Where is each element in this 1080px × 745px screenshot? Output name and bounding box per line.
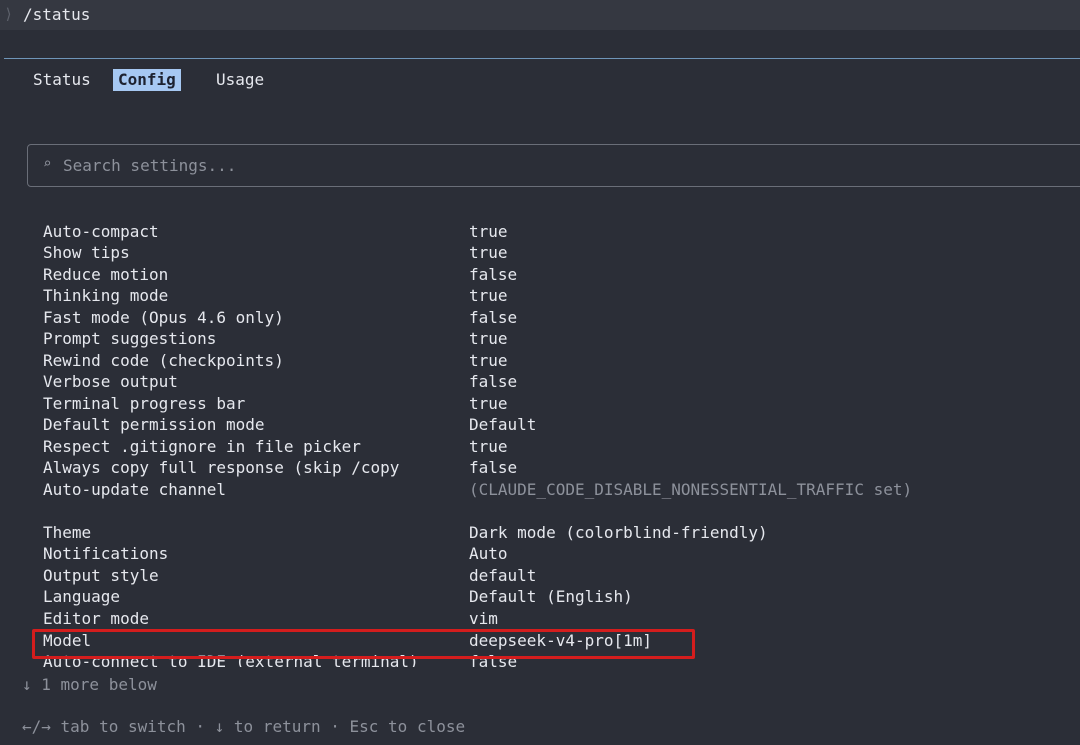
- search-icon: ⌕: [43, 156, 52, 172]
- setting-label: Thinking mode: [43, 286, 169, 305]
- command-text[interactable]: /status: [23, 5, 90, 24]
- tab-usage[interactable]: Usage: [211, 69, 269, 91]
- setting-value: true: [469, 394, 508, 413]
- search-box[interactable]: ⌕: [27, 144, 1080, 187]
- model-highlight-annotation: [32, 629, 695, 659]
- setting-label: Output style: [43, 566, 159, 585]
- tab-status[interactable]: Status: [28, 69, 96, 91]
- setting-value: false: [469, 308, 518, 327]
- setting-label: Auto-compact: [43, 222, 159, 241]
- setting-label: Verbose output: [43, 372, 178, 391]
- setting-editor-mode[interactable]: Editor mode vim: [43, 608, 1043, 629]
- setting-label: Notifications: [43, 544, 169, 563]
- setting-value: Auto: [469, 544, 508, 563]
- setting-label: Fast mode (Opus 4.6 only): [43, 308, 284, 327]
- setting-value: Default (English): [469, 587, 633, 606]
- setting-value: true: [469, 329, 508, 348]
- tab-config[interactable]: Config: [113, 69, 181, 91]
- setting-output-style[interactable]: Output style default: [43, 565, 1043, 586]
- setting-label: Respect .gitignore in file picker: [43, 437, 361, 456]
- setting-thinking-mode[interactable]: Thinking mode true: [43, 285, 1043, 306]
- setting-auto-compact[interactable]: Auto-compact true: [43, 221, 1043, 242]
- setting-notifications[interactable]: Notifications Auto: [43, 543, 1043, 564]
- setting-reduce-motion[interactable]: Reduce motion false: [43, 264, 1043, 285]
- search-input[interactable]: [63, 153, 963, 177]
- setting-terminal-progress-bar[interactable]: Terminal progress bar true: [43, 393, 1043, 414]
- setting-value: true: [469, 286, 508, 305]
- setting-label: Auto-update channel: [43, 480, 227, 499]
- setting-label: Terminal progress bar: [43, 394, 246, 413]
- setting-value: false: [469, 458, 518, 477]
- setting-value: (CLAUDE_CODE_DISABLE_NONESSENTIAL_TRAFFI…: [469, 480, 913, 499]
- setting-value: Default: [469, 415, 537, 434]
- setting-value: true: [469, 243, 508, 262]
- setting-label: Prompt suggestions: [43, 329, 217, 348]
- setting-value: true: [469, 222, 508, 241]
- setting-show-tips[interactable]: Show tips true: [43, 242, 1043, 263]
- setting-label: Rewind code (checkpoints): [43, 351, 284, 370]
- setting-label: Language: [43, 587, 121, 606]
- setting-theme[interactable]: Theme Dark mode (colorblind-friendly): [43, 522, 1043, 543]
- setting-label: Reduce motion: [43, 265, 169, 284]
- setting-label: Show tips: [43, 243, 130, 262]
- setting-value: true: [469, 437, 508, 456]
- command-bar: ⟩ /status: [0, 0, 1080, 30]
- keyboard-hint-footer: ←/→ tab to switch · ↓ to return · Esc to…: [22, 717, 466, 736]
- prompt-glyph: ⟩: [4, 5, 14, 23]
- setting-label: Editor mode: [43, 609, 149, 628]
- setting-always-copy-full-response[interactable]: Always copy full response (skip /copy fa…: [43, 457, 1043, 478]
- setting-value: default: [469, 566, 537, 585]
- setting-verbose-output[interactable]: Verbose output false: [43, 371, 1043, 392]
- setting-prompt-suggestions[interactable]: Prompt suggestions true: [43, 328, 1043, 349]
- setting-value: true: [469, 351, 508, 370]
- setting-label: Theme: [43, 523, 92, 542]
- more-below-indicator: ↓ 1 more below: [22, 675, 157, 694]
- setting-auto-update-channel[interactable]: Auto-update channel (CLAUDE_CODE_DISABLE…: [43, 479, 1043, 500]
- setting-value: false: [469, 265, 518, 284]
- setting-value: vim: [469, 609, 498, 628]
- setting-default-permission-mode[interactable]: Default permission mode Default: [43, 414, 1043, 435]
- panel-divider: [4, 58, 1080, 59]
- setting-value: Dark mode (colorblind-friendly): [469, 523, 768, 542]
- setting-language[interactable]: Language Default (English): [43, 586, 1043, 607]
- setting-label: Default permission mode: [43, 415, 265, 434]
- setting-rewind-code[interactable]: Rewind code (checkpoints) true: [43, 350, 1043, 371]
- setting-fast-mode[interactable]: Fast mode (Opus 4.6 only) false: [43, 307, 1043, 328]
- setting-respect-gitignore[interactable]: Respect .gitignore in file picker true: [43, 436, 1043, 457]
- setting-label: Always copy full response (skip /copy: [43, 458, 400, 477]
- setting-value: false: [469, 372, 518, 391]
